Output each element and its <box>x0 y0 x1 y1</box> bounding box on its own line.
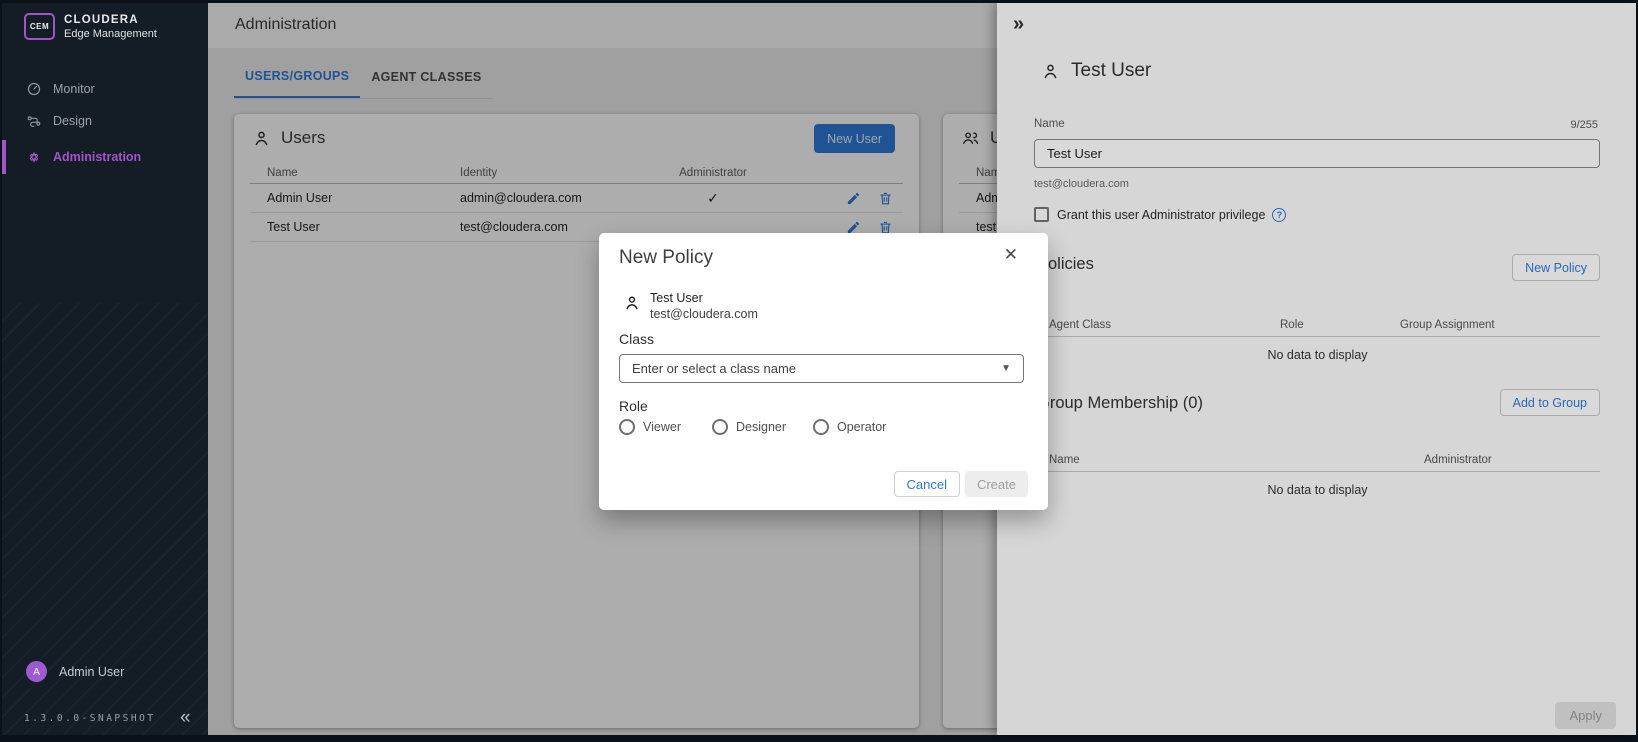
app-window: CEM CLOUDERA Edge Management Monitor Des… <box>0 0 1638 742</box>
version-label: 1.3.0.0-SNAPSHOT <box>24 713 156 724</box>
sidebar-item-label: Administration <box>53 150 141 164</box>
radio-unselected-icon[interactable] <box>813 419 829 435</box>
modal-backdrop[interactable] <box>997 3 1636 735</box>
dialog-user-name: Test User <box>650 291 758 305</box>
cem-logo-icon: CEM <box>24 13 55 40</box>
radio-unselected-icon[interactable] <box>619 419 635 435</box>
radio-label: Designer <box>736 420 786 434</box>
gear-icon <box>26 149 42 165</box>
chevron-down-icon: ▼ <box>1001 363 1011 374</box>
radio-unselected-icon[interactable] <box>712 419 728 435</box>
flow-icon <box>26 113 42 129</box>
cancel-button[interactable]: Cancel <box>894 471 960 497</box>
sidebar: CEM CLOUDERA Edge Management Monitor Des… <box>2 3 208 735</box>
class-label: Class <box>619 331 654 347</box>
role-label: Role <box>619 398 648 414</box>
role-radio-operator[interactable]: Operator <box>813 419 886 435</box>
sidebar-item-label: Monitor <box>53 82 95 96</box>
radio-label: Viewer <box>643 420 681 434</box>
sidebar-collapse-icon[interactable]: « <box>180 707 191 729</box>
create-button[interactable]: Create <box>965 471 1028 497</box>
dialog-user-summary: Test User test@cloudera.com <box>623 291 758 321</box>
sidebar-item-administration[interactable]: Administration <box>2 140 208 174</box>
role-radio-designer[interactable]: Designer <box>712 419 786 435</box>
class-select[interactable]: Enter or select a class name ▼ <box>619 354 1024 383</box>
gauge-icon <box>26 81 42 97</box>
dialog-title: New Policy <box>619 247 713 269</box>
avatar: A <box>26 661 47 682</box>
dialog-user-identity: test@cloudera.com <box>650 307 758 321</box>
brand-header: CEM CLOUDERA Edge Management <box>24 13 157 40</box>
brand-name: CLOUDERA <box>64 14 157 26</box>
person-icon <box>623 294 641 312</box>
close-icon[interactable]: ✕ <box>1004 245 1018 265</box>
radio-label: Operator <box>837 420 886 434</box>
current-user-chip[interactable]: A Admin User <box>26 661 124 682</box>
brand-product: Edge Management <box>64 28 157 40</box>
role-radio-viewer[interactable]: Viewer <box>619 419 681 435</box>
sidebar-item-monitor[interactable]: Monitor <box>2 72 208 106</box>
new-policy-dialog: New Policy ✕ Test User test@cloudera.com… <box>599 233 1048 510</box>
sidebar-item-design[interactable]: Design <box>2 104 208 138</box>
sidebar-item-label: Design <box>53 114 92 128</box>
class-select-placeholder: Enter or select a class name <box>632 361 1001 376</box>
current-user-name: Admin User <box>59 665 124 679</box>
